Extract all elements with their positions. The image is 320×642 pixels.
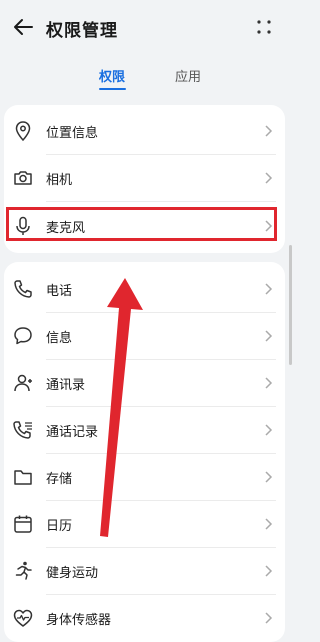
back-arrow-icon[interactable] [12, 16, 34, 38]
chevron-right-icon [265, 330, 273, 342]
permission-row-fitness[interactable]: 健身运动 [4, 548, 285, 594]
permission-row-messages[interactable]: 信息 [4, 313, 285, 359]
permission-label: 通话记录 [46, 425, 99, 440]
top-bar: 权限管理 [0, 0, 295, 56]
location-pin-icon [15, 121, 31, 142]
page-title: 权限管理 [46, 21, 118, 41]
permission-row-camera[interactable]: 相机 [4, 155, 285, 201]
more-options-icon[interactable] [254, 17, 274, 37]
permission-label: 身体传感器 [46, 613, 112, 628]
tab-bar: 权限 应用 [0, 62, 295, 92]
message-bubble-icon [14, 327, 32, 345]
phone-icon [14, 280, 32, 298]
permission-label: 存储 [46, 472, 73, 487]
call-log-icon [13, 421, 32, 439]
permission-row-body-sensors[interactable]: 身体传感器 [4, 595, 285, 641]
chevron-right-icon [265, 518, 273, 530]
chevron-right-icon [265, 612, 273, 624]
permission-group-2: 电话 信息 通讯录 通话记录 存储 日历 健身运动 身体传感器 [4, 262, 285, 642]
permission-label: 信息 [46, 331, 73, 346]
divider [46, 201, 276, 202]
permission-row-storage[interactable]: 存储 [4, 454, 285, 500]
chevron-right-icon [265, 424, 273, 436]
permission-row-calendar[interactable]: 日历 [4, 501, 285, 547]
tab-active-indicator [99, 88, 126, 90]
chevron-right-icon [265, 377, 273, 389]
permission-row-location[interactable]: 位置信息 [4, 108, 285, 154]
scrollbar[interactable] [289, 245, 292, 365]
permission-label: 电话 [46, 284, 73, 299]
permission-label: 位置信息 [46, 126, 99, 141]
permission-label: 日历 [46, 519, 73, 534]
tab-apps[interactable]: 应用 [175, 66, 201, 85]
permission-row-phone[interactable]: 电话 [4, 266, 285, 312]
permission-label: 通讯录 [46, 378, 86, 393]
microphone-highlight-box [6, 207, 277, 241]
chevron-right-icon [265, 471, 273, 483]
permission-label: 相机 [46, 173, 73, 188]
heart-sensor-icon [13, 609, 33, 627]
chevron-right-icon [265, 172, 273, 184]
chevron-right-icon [265, 565, 273, 577]
tab-permissions[interactable]: 权限 [99, 66, 125, 85]
camera-icon [14, 171, 32, 185]
permission-row-call-log[interactable]: 通话记录 [4, 407, 285, 453]
permission-label: 健身运动 [46, 566, 99, 581]
chevron-right-icon [265, 125, 273, 137]
folder-icon [14, 470, 32, 485]
running-icon [15, 561, 32, 580]
permission-row-contacts[interactable]: 通讯录 [4, 360, 285, 406]
calendar-icon [14, 515, 32, 533]
contacts-icon [14, 374, 32, 392]
chevron-right-icon [265, 283, 273, 295]
